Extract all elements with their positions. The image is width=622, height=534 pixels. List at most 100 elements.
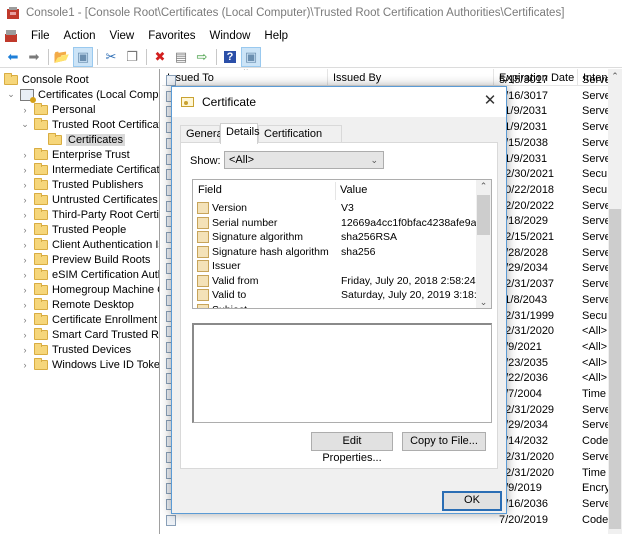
- chevron-right-icon[interactable]: ›: [20, 165, 30, 175]
- field-row[interactable]: Valid from Friday, July 20, 2018 2:58:24: [197, 274, 477, 289]
- field-row[interactable]: Serial number 12669a4cc1f0bfac4238afe9a6.…: [197, 216, 491, 231]
- help-button[interactable]: ?: [220, 47, 240, 67]
- scroll-down-icon[interactable]: ⌄: [476, 297, 491, 308]
- menu-action[interactable]: Action: [57, 30, 103, 42]
- field-row[interactable]: Subject: [197, 303, 477, 308]
- chevron-right-icon[interactable]: ›: [20, 225, 30, 235]
- tree-item[interactable]: › Enterprise Trust: [20, 147, 130, 162]
- show-action-pane-button[interactable]: ▣: [241, 46, 261, 67]
- field-value-textbox[interactable]: [192, 323, 492, 423]
- field-row[interactable]: Version V3: [197, 201, 477, 216]
- chevron-right-icon[interactable]: ›: [20, 285, 30, 295]
- tree-item[interactable]: › Untrusted Certificates: [20, 192, 158, 207]
- menu-window[interactable]: Window: [203, 30, 258, 42]
- certificate-icon: [166, 75, 176, 86]
- cut-button[interactable]: ✂: [101, 47, 121, 67]
- copy-button[interactable]: ❐: [122, 47, 142, 67]
- chevron-right-icon[interactable]: ›: [20, 255, 30, 265]
- tree-item[interactable]: Certificates: [48, 132, 126, 147]
- back-button[interactable]: ⬅: [3, 47, 23, 67]
- tree-item[interactable]: › Certificate Enrollment Requests: [20, 312, 159, 327]
- scroll-up-icon[interactable]: ⌃: [608, 71, 622, 82]
- tree-item[interactable]: › Windows Live ID Token Issuer: [20, 357, 159, 372]
- tree-item[interactable]: › Trusted Devices: [20, 342, 131, 357]
- system-menu-icon[interactable]: [4, 29, 18, 43]
- chevron-right-icon[interactable]: ›: [20, 315, 30, 325]
- tree-item[interactable]: › Trusted Publishers: [20, 177, 143, 192]
- chevron-right-icon[interactable]: ›: [20, 360, 30, 370]
- tab-general[interactable]: General: [180, 125, 225, 143]
- tree-item[interactable]: › Trusted People: [20, 222, 126, 237]
- copy-to-file-button[interactable]: Copy to File...: [402, 432, 486, 451]
- edit-properties-button[interactable]: Edit Properties...: [311, 432, 393, 464]
- chevron-right-icon[interactable]: ›: [20, 300, 30, 310]
- tree-item[interactable]: › Client Authentication Issuers: [20, 237, 159, 252]
- tree-item[interactable]: › Third-Party Root Certification Authorit…: [20, 207, 159, 222]
- certificate-icon: [181, 97, 194, 107]
- fields-scroll-thumb[interactable]: [477, 195, 490, 235]
- chevron-down-icon[interactable]: ⌄: [6, 89, 16, 100]
- field-row[interactable]: Issuer: [197, 259, 477, 274]
- properties-button[interactable]: ▤: [171, 47, 191, 67]
- menu-view[interactable]: View: [103, 30, 142, 42]
- close-icon[interactable]: ✕: [480, 91, 500, 111]
- tree-item[interactable]: ⌄ Certificates (Local Computer): [6, 87, 159, 103]
- export-list-button[interactable]: ⇨: [192, 47, 212, 67]
- menu-file[interactable]: File: [24, 30, 57, 42]
- folder-icon: [34, 117, 48, 130]
- field-row[interactable]: Signature algorithm sha256RSA: [197, 230, 477, 245]
- chevron-right-icon[interactable]: ›: [20, 270, 30, 280]
- mmc-app-icon: [6, 6, 20, 20]
- field-row[interactable]: Valid to Saturday, July 20, 2019 3:18:...: [197, 288, 486, 303]
- ok-button[interactable]: OK: [442, 491, 502, 511]
- folder-icon: [34, 357, 48, 370]
- field-row[interactable]: Signature hash algorithm sha256: [197, 245, 477, 260]
- tree-item[interactable]: › Preview Build Roots: [20, 252, 150, 267]
- tree-item[interactable]: Console Root: [4, 72, 89, 87]
- folder-icon: [34, 267, 48, 280]
- up-folder-button[interactable]: 📂: [52, 47, 72, 67]
- intended-purposes-cell: <All>: [582, 340, 608, 353]
- folder-icon: [34, 192, 48, 205]
- tree-item[interactable]: › Homegroup Machine Certificates: [20, 282, 159, 297]
- show-hide-tree-button[interactable]: ▣: [73, 46, 93, 67]
- chevron-right-icon[interactable]: ›: [20, 345, 30, 355]
- field-name: Version: [212, 202, 248, 214]
- tree-item-label: Remote Desktop: [52, 298, 134, 311]
- tree-item[interactable]: › Intermediate Certification Authorities: [20, 162, 159, 177]
- toolbar-separator: [216, 48, 217, 65]
- certificate-dialog: Certificate ✕ General Details Certificat…: [171, 86, 507, 514]
- tree-item[interactable]: › Personal: [20, 102, 95, 117]
- chevron-right-icon[interactable]: ›: [20, 105, 30, 115]
- scroll-up-icon[interactable]: ⌃: [476, 181, 491, 192]
- tab-certification-path[interactable]: Certification Path: [258, 125, 342, 157]
- chevron-right-icon[interactable]: ›: [20, 195, 30, 205]
- column-field[interactable]: Field: [198, 184, 222, 196]
- chevron-right-icon[interactable]: ›: [20, 150, 30, 160]
- help-icon: ?: [223, 50, 237, 63]
- delete-button[interactable]: ✖: [150, 47, 170, 67]
- folder-icon: [34, 237, 48, 250]
- tree-item[interactable]: ⌄ Trusted Root Certification Authorities: [20, 117, 159, 132]
- fields-scrollbar[interactable]: ⌃ ⌄: [476, 180, 491, 308]
- table-row[interactable]: 7/20/2019 Code: [162, 513, 608, 529]
- chevron-right-icon[interactable]: ›: [20, 210, 30, 220]
- intended-purposes-cell: Serve: [582, 403, 608, 416]
- expiration-date-cell: 12/20/2022: [499, 199, 555, 212]
- tab-details[interactable]: Details: [220, 123, 260, 144]
- list-scroll-thumb[interactable]: [609, 209, 621, 529]
- chevron-right-icon[interactable]: ›: [20, 330, 30, 340]
- show-dropdown[interactable]: <All> ⌄: [224, 151, 384, 169]
- tree-item[interactable]: › eSIM Certification Authorities: [20, 267, 159, 282]
- intended-purposes-cell: <All>: [582, 325, 608, 338]
- column-value[interactable]: Value: [340, 184, 367, 196]
- tree-item[interactable]: › Remote Desktop: [20, 297, 134, 312]
- forward-button[interactable]: ➡: [24, 47, 44, 67]
- list-scrollbar[interactable]: ⌃: [608, 69, 622, 534]
- chevron-right-icon[interactable]: ›: [20, 180, 30, 190]
- menu-favorites[interactable]: Favorites: [141, 30, 202, 42]
- tree-item[interactable]: › Smart Card Trusted Roots: [20, 327, 159, 342]
- chevron-right-icon[interactable]: ›: [20, 240, 30, 250]
- chevron-down-icon[interactable]: ⌄: [20, 119, 30, 130]
- menu-help[interactable]: Help: [257, 30, 295, 42]
